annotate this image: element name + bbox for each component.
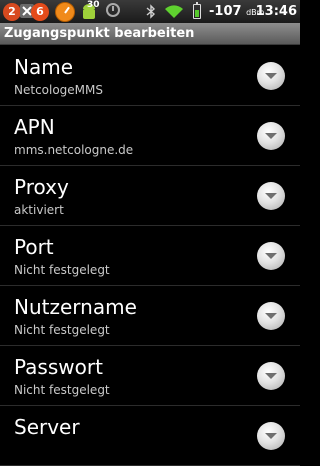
setting-label: Proxy (14, 175, 69, 199)
setting-value: mms.netcologne.de (14, 143, 134, 157)
dropdown-arrow-icon[interactable] (257, 302, 285, 330)
setting-value: Nicht festgelegt (14, 323, 110, 337)
gauge-icon (55, 2, 75, 22)
status-bar: 2 6 30 -107 dBm 13:46 (0, 0, 300, 23)
setting-item-apn[interactable]: APN mms.netcologne.de (0, 106, 300, 166)
setting-label: Server (14, 415, 80, 439)
bluetooth-icon (146, 4, 156, 19)
setting-value: NetcologeMMS (14, 83, 104, 97)
setting-value: Nicht festgelegt (14, 383, 110, 397)
setting-item-server[interactable]: Server (0, 406, 300, 466)
notification-badge-1: 2 (3, 3, 21, 21)
notification-badge-2: 6 (31, 3, 49, 21)
dropdown-arrow-icon[interactable] (257, 182, 285, 210)
dropdown-arrow-icon[interactable] (257, 362, 285, 390)
settings-list: Name NetcologeMMS APN mms.netcologne.de … (0, 46, 300, 466)
dropdown-arrow-icon[interactable] (257, 62, 285, 90)
setting-item-proxy[interactable]: Proxy aktiviert (0, 166, 300, 226)
setting-item-password[interactable]: Passwort Nicht festgelegt (0, 346, 300, 406)
battery-icon (193, 2, 201, 19)
setting-label: Nutzername (14, 295, 137, 319)
dropdown-arrow-icon[interactable] (257, 122, 285, 150)
setting-item-port[interactable]: Port Nicht festgelegt (0, 226, 300, 286)
setting-value: aktiviert (14, 203, 64, 217)
setting-value: Nicht festgelegt (14, 263, 110, 277)
setting-item-name[interactable]: Name NetcologeMMS (0, 46, 300, 106)
android-update-count: 30 (87, 0, 100, 10)
dropdown-arrow-icon[interactable] (257, 242, 285, 270)
clock-icon (106, 3, 120, 17)
setting-item-username[interactable]: Nutzername Nicht festgelegt (0, 286, 300, 346)
title-bar: Zugangspunkt bearbeiten (0, 23, 300, 45)
setting-label: Port (14, 235, 54, 259)
dropdown-arrow-icon[interactable] (257, 422, 285, 450)
setting-label: Passwort (14, 355, 103, 379)
setting-label: Name (14, 55, 74, 79)
battery-level (195, 10, 199, 17)
wifi-icon (165, 5, 183, 18)
clock-time: 13:46 (255, 4, 297, 19)
setting-label: APN (14, 115, 55, 139)
page-title: Zugangspunkt bearbeiten (4, 26, 195, 41)
signal-value: -107 (209, 4, 242, 19)
